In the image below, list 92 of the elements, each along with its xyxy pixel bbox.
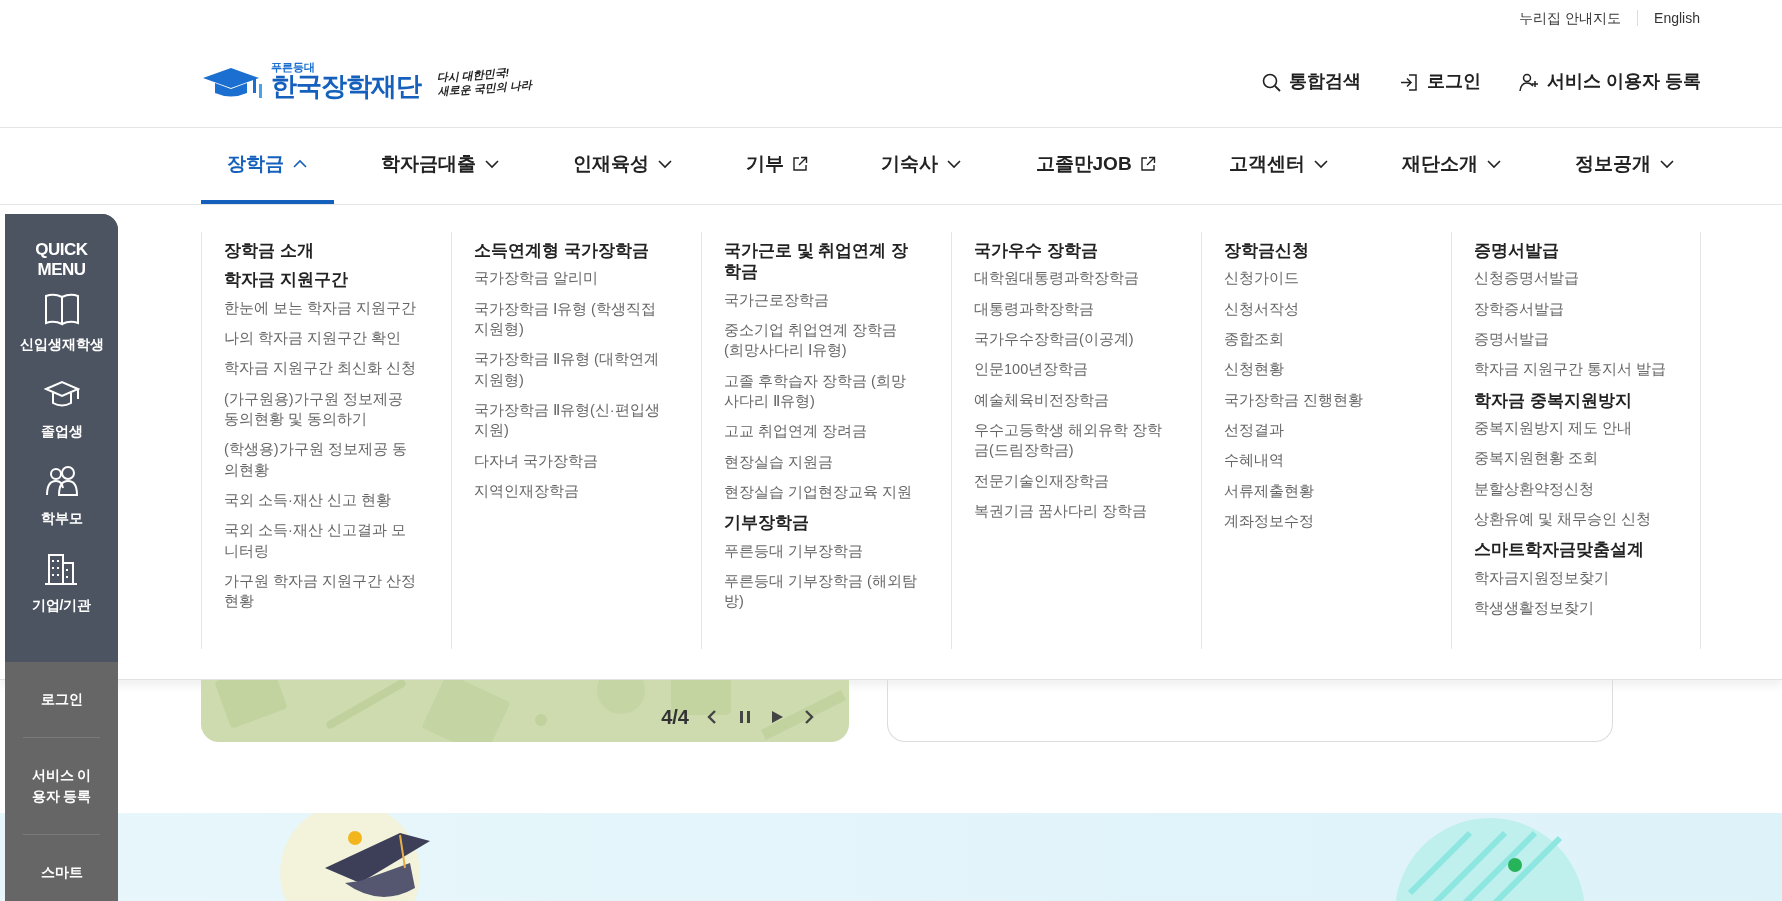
menu-link[interactable]: 국가우수장학금(이공계) — [974, 329, 1170, 350]
menu-heading[interactable]: 학자금 지원구간 — [224, 269, 414, 291]
menu-heading[interactable]: 소득연계형 국가장학금 — [474, 240, 664, 262]
menu-heading[interactable]: 장학금신청 — [1224, 240, 1414, 262]
nav-tab[interactable]: 재단소개 — [1375, 128, 1528, 204]
menu-link[interactable]: 신청서작성 — [1224, 298, 1420, 320]
menu-link[interactable]: 중소기업 취업연계 장학금 (희망사다리 Ⅰ유형) — [724, 320, 920, 361]
menu-link[interactable]: 국가근로장학금 — [724, 289, 920, 311]
search-icon — [1261, 71, 1281, 92]
menu-link[interactable]: 선정결과 — [1224, 419, 1420, 441]
user-plus-icon — [1519, 71, 1539, 92]
external-link-icon — [1139, 156, 1156, 172]
external-link-icon — [792, 156, 809, 172]
quick-menu-link[interactable]: 로그인 — [31, 689, 92, 710]
menu-heading[interactable]: 기부장학금 — [724, 512, 914, 534]
menu-heading[interactable]: 장학금 소개 — [224, 240, 414, 262]
play-button[interactable] — [769, 709, 785, 725]
menu-link[interactable]: 복권기금 꿈사다리 장학금 — [974, 500, 1170, 522]
nav-tab[interactable]: 고졸만JOB — [1009, 128, 1182, 204]
menu-link[interactable]: 신청현황 — [1224, 359, 1420, 380]
quick-menu-item[interactable]: 기업/기관 — [31, 540, 92, 628]
menu-link[interactable]: 현장실습 지원금 — [724, 451, 920, 472]
menu-link[interactable]: 인문100년장학금 — [974, 359, 1170, 380]
menu-link[interactable]: 학자금 지원구간 최신화 신청 — [224, 358, 420, 379]
menu-link[interactable]: 분할상환약정신청 — [1474, 478, 1670, 499]
menu-link[interactable]: 푸른등대 기부장학금 (해외탐방) — [724, 571, 920, 612]
menu-link[interactable]: 서류제출현황 — [1224, 480, 1420, 501]
quick-menu-item[interactable]: 학부모 — [40, 453, 83, 541]
menu-link[interactable]: 국외 소득·재산 신고 현황 — [224, 489, 420, 511]
nav-tab[interactable]: 고객센터 — [1202, 128, 1355, 204]
menu-link[interactable]: 나의 학자금 지원구간 확인 — [224, 328, 420, 349]
building-icon — [43, 551, 80, 588]
menu-heading[interactable]: 국가근로 및 취업연계 장학금 — [724, 240, 914, 283]
menu-link[interactable]: (가구원용)가구원 정보제공 동의현황 및 동의하기 — [224, 388, 420, 430]
menu-link[interactable]: 현장실습 기업현장교육 지원 — [724, 481, 920, 503]
quick-menu-item[interactable]: 졸업생 — [40, 366, 83, 454]
nav-tab[interactable]: 기숙사 — [855, 128, 989, 204]
menu-heading[interactable]: 국가우수 장학금 — [974, 240, 1164, 262]
menu-link[interactable]: 국가장학금 진행현황 — [1224, 389, 1420, 410]
menu-link[interactable]: 국가장학금 알리미 — [474, 268, 670, 289]
menu-link[interactable]: 상환유예 및 채무승인 신청 — [1474, 508, 1670, 530]
header-action-link[interactable]: 서비스 이용자 등록 — [1519, 68, 1701, 95]
menu-link[interactable]: 신청가이드 — [1224, 268, 1420, 289]
menu-link[interactable]: 고교 취업연계 장려금 — [724, 421, 920, 442]
logo-tagline: 푸른등대 — [271, 62, 316, 74]
menu-link[interactable]: 계좌정보수정 — [1224, 510, 1420, 532]
menu-link[interactable]: 국외 소득·재산 신고결과 모니터링 — [224, 520, 420, 561]
menu-link[interactable]: 학자금지원정보찾기 — [1474, 567, 1670, 588]
pause-button[interactable] — [737, 709, 753, 725]
menu-link[interactable]: 중복지원현황 조회 — [1474, 448, 1670, 469]
menu-link[interactable]: 대학원대통령과학장학금 — [974, 268, 1170, 289]
menu-link[interactable]: 장학증서발급 — [1474, 298, 1670, 320]
menu-link[interactable]: 학자금 지원구간 통지서 발급 — [1474, 359, 1670, 380]
utility-link[interactable]: 누리집 안내지도 — [1519, 7, 1622, 29]
menu-link[interactable]: (학생용)가구원 정보제공 동의현황 — [224, 439, 420, 480]
menu-link[interactable]: 종합조회 — [1224, 329, 1420, 350]
menu-link[interactable]: 국가장학금 Ⅱ유형(신·편입생지원) — [474, 399, 670, 441]
quick-menu-title: QUICK MENU — [34, 240, 89, 280]
menu-link[interactable]: 중복지원방지 제도 안내 — [1474, 418, 1670, 439]
menu-link[interactable]: 지역인재장학금 — [474, 480, 670, 502]
menu-link[interactable]: 증명서발급 — [1474, 329, 1670, 350]
quick-menu-item[interactable]: 신입생재학생 — [19, 279, 104, 367]
menu-link[interactable]: 푸른등대 기부장학금 — [724, 540, 920, 561]
menu-link[interactable]: 수혜내역 — [1224, 450, 1420, 471]
utility-link[interactable]: English — [1654, 7, 1700, 29]
nav-tab[interactable]: 인재육성 — [547, 128, 700, 204]
header-action-link[interactable]: 로그인 — [1399, 68, 1481, 95]
login-icon — [1399, 71, 1419, 92]
menu-link[interactable]: 우수고등학생 해외유학 장학금(드림장학금) — [974, 419, 1170, 461]
menu-heading[interactable]: 스마트학자금맞춤설계 — [1474, 539, 1664, 561]
menu-link[interactable]: 대통령과학장학금 — [974, 298, 1170, 320]
menu-link[interactable]: 국가장학금 Ⅰ유형 (학생직접지원형) — [474, 298, 670, 340]
nav-tab[interactable]: 기부 — [720, 128, 835, 204]
slide-counter: 4/4 — [661, 705, 689, 730]
menu-heading[interactable]: 학자금 중복지원방지 — [1474, 389, 1664, 412]
menu-link[interactable]: 국가장학금 Ⅱ유형 (대학연계지원형) — [474, 349, 670, 390]
menu-link[interactable]: 전문기술인재장학금 — [974, 470, 1170, 491]
menu-link[interactable]: 신청증명서발급 — [1474, 268, 1670, 289]
quick-menu-link[interactable]: 서비스 이용자 등록 — [31, 765, 92, 807]
menu-link[interactable]: 예술체육비전장학금 — [974, 389, 1170, 410]
logo-name[interactable]: 한국장학재단 — [271, 73, 421, 101]
nav-tab[interactable]: 장학금 — [201, 128, 334, 204]
nav-tab[interactable]: 학자금대출 — [355, 128, 527, 204]
quick-menu-link[interactable]: 스마트 — [31, 862, 92, 883]
menu-link[interactable]: 다자녀 국가장학금 — [474, 450, 670, 471]
header-action-link[interactable]: 통합검색 — [1261, 68, 1361, 95]
menu-heading[interactable]: 증명서발급 — [1474, 240, 1664, 262]
menu-link[interactable]: 한눈에 보는 학자금 지원구간 — [224, 297, 420, 319]
menu-link[interactable]: 고졸 후학습자 장학금 (희망사다리 Ⅱ유형) — [724, 370, 920, 412]
menu-link[interactable]: 가구원 학자금 지원구간 산정 현황 — [224, 570, 420, 612]
menu-link[interactable]: 학생생활정보찾기 — [1474, 598, 1670, 619]
nav-tab[interactable]: 정보공개 — [1548, 128, 1701, 204]
